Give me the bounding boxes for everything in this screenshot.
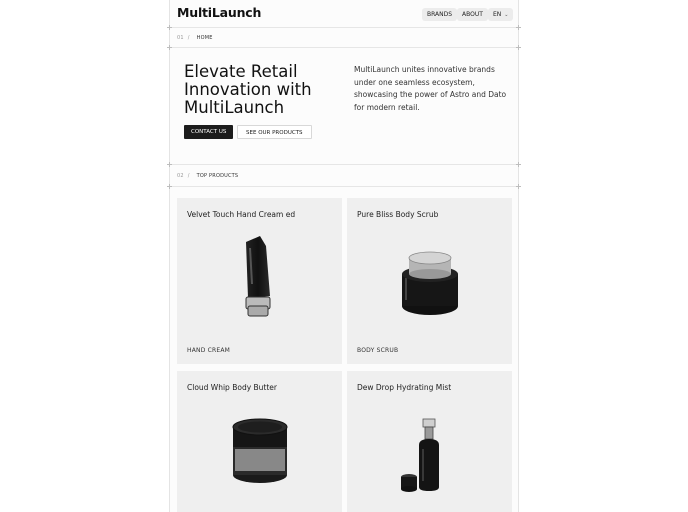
- product-card[interactable]: Pure Bliss Body Scrub BODY SCRUB: [347, 198, 512, 364]
- contact-us-button[interactable]: CONTACT US: [184, 125, 234, 139]
- product-name: Dew Drop Hydrating Mist: [357, 383, 452, 392]
- corner-mark: [516, 25, 521, 30]
- product-name: Pure Bliss Body Scrub: [357, 210, 439, 219]
- language-select[interactable]: EN ⌄: [488, 8, 514, 21]
- divider: [169, 164, 519, 165]
- mist-spray-bottle-icon: [401, 418, 439, 492]
- section-label: 02/TOP PRODUCTS: [177, 173, 239, 179]
- hero-title: Elevate Retail Innovation with MultiLaun…: [184, 62, 312, 117]
- corner-mark: [167, 162, 172, 167]
- corner-mark: [516, 184, 521, 189]
- product-name: Cloud Whip Body Butter: [187, 383, 277, 392]
- corner-mark: [516, 162, 521, 167]
- corner-mark: [167, 184, 172, 189]
- chevron-down-icon: ⌄: [504, 12, 509, 18]
- product-category: BODY SCRUB: [357, 347, 399, 354]
- nav-about-button[interactable]: ABOUT: [457, 8, 488, 21]
- divider: [169, 186, 519, 187]
- site-logo[interactable]: MultiLaunch: [177, 5, 261, 20]
- corner-mark: [167, 45, 172, 50]
- product-card[interactable]: Cloud Whip Body Butter: [177, 371, 342, 512]
- nav-brands-button[interactable]: BRANDS: [422, 8, 458, 21]
- section-label-text: TOP PRODUCTS: [196, 173, 239, 179]
- corner-mark: [516, 45, 521, 50]
- body-butter-tin-icon: [232, 418, 288, 483]
- breadcrumb: 01/HOME: [177, 35, 213, 41]
- product-name: Velvet Touch Hand Cream ed: [187, 210, 296, 219]
- hero-description: MultiLaunch unites innovative brands und…: [354, 65, 507, 112]
- divider: [169, 27, 519, 28]
- divider: [169, 47, 519, 48]
- product-card[interactable]: Dew Drop Hydrating Mist: [347, 371, 512, 512]
- product-category: HAND CREAM: [187, 347, 231, 354]
- breadcrumb-label: HOME: [196, 35, 213, 41]
- hand-cream-tube-icon: [245, 236, 271, 317]
- see-products-button[interactable]: SEE OUR PRODUCTS: [237, 125, 312, 139]
- product-card[interactable]: Velvet Touch Hand Cream ed HAND CREAM: [177, 198, 342, 364]
- corner-mark: [167, 25, 172, 30]
- body-scrub-jar-icon: [402, 251, 458, 315]
